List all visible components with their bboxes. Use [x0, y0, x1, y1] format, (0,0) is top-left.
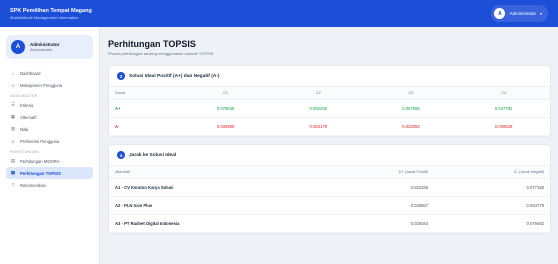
distance-table: Alternatif D+ (Jarak Positif) D- (Jarak …	[109, 166, 550, 233]
chart-icon: ▥	[10, 126, 16, 131]
sidebar: A Administrator Administrator ⌂ Dashboar…	[0, 27, 100, 264]
step-badge: 4	[117, 151, 125, 159]
section-label-data-master: DATA MASTER	[10, 94, 38, 98]
ideal-solution-card: 3 Solusi Ideal Positif (A+) dan Negatif …	[108, 65, 551, 137]
table-row: A- 0.035989 0.063179 0.023083 0.009526	[109, 117, 550, 136]
d-plus-value: 0.035867	[320, 196, 435, 215]
d-minus-value: 0.077166	[434, 178, 550, 197]
user-menu-button[interactable]: A Administrator ▾	[491, 5, 548, 22]
sidebar-item-nilai[interactable]: ▥ Nilai	[6, 123, 93, 135]
sidebar-item-rekomendasi[interactable]: ✩ Rekomendasi	[6, 179, 93, 191]
calculator-icon: ▤	[10, 170, 16, 175]
user-avatar: A	[494, 8, 506, 19]
building-icon: ▦	[10, 114, 16, 119]
sidebar-item-alternatif[interactable]: ▦ Alternatif	[6, 111, 93, 123]
table-cell: 0.009526	[457, 117, 550, 136]
table-cell: 0.035989	[179, 117, 272, 136]
table-cell: 0.023083	[364, 117, 458, 136]
column-header: D- (Jarak Negatif)	[434, 166, 550, 179]
sidebar-item-preferensi-pengguna[interactable]: ≡ Preferensi Pengguna	[6, 135, 93, 147]
column-header: C2	[271, 87, 365, 100]
distance-card: 4 Jarak ke Solusi Ideal Alternatif D+ (J…	[108, 144, 551, 234]
sidebar-item-label: Perhitungan TOPSIS	[20, 170, 61, 176]
alternative-name: A3 - PT Radnet Digital Indonesia	[109, 214, 321, 233]
table-cell: 0.057658	[364, 99, 458, 118]
sidebar-item-label: Preferensi Pengguna	[20, 138, 60, 144]
avatar: A	[11, 40, 25, 54]
sidebar-item-perhitungan-moora[interactable]: ▤ Perhitungan MOORA	[6, 155, 93, 167]
table-cell: 0.063179	[271, 117, 365, 136]
sidebar-item-kriteria[interactable]: ☰ Kriteria	[6, 99, 93, 111]
table-row: A2 - PLN Icon Plus 0.035867 0.064778	[109, 196, 550, 215]
table-cell: 0.078645	[179, 99, 272, 118]
card-title: Jarak ke Solusi Ideal	[129, 152, 177, 158]
list-icon: ☰	[10, 102, 16, 107]
column-header: C1	[179, 87, 272, 100]
brand[interactable]: SPK Pemilihan Tempat Magang Multiattribu…	[10, 8, 92, 20]
profile-card: A Administrator Administrator	[6, 35, 93, 59]
column-header: C4	[457, 87, 550, 100]
table-row: A+ 0.078645 0.052426 0.057658 0.047782	[109, 99, 550, 118]
table-row: A3 - PT Radnet Digital Indonesia 0.02504…	[109, 214, 550, 233]
users-icon: ☺	[10, 82, 16, 88]
d-minus-value: 0.064778	[434, 196, 550, 215]
column-header: Solusi	[109, 87, 180, 100]
calculator-icon: ▤	[10, 158, 16, 163]
main-content: Perhitungan TOPSIS Proses perhitungan ra…	[100, 27, 558, 264]
profile-name: Administrator	[30, 42, 60, 47]
profile-role: Administrator	[30, 48, 53, 52]
page-title: Perhitungan TOPSIS	[108, 39, 196, 49]
sidebar-item-dashboard[interactable]: ⌂ Dashboard	[6, 67, 93, 79]
sidebar-item-label: Rekomendasi	[20, 182, 46, 188]
page-subtitle: Proses perhitungan ranking menggunakan m…	[108, 51, 214, 56]
alternative-name: A1 - CV Keraton Karya Solusi	[109, 178, 321, 197]
chevron-down-icon: ▾	[539, 11, 542, 16]
table-cell: 0.052426	[271, 99, 365, 118]
column-header: C3	[364, 87, 458, 100]
row-label: A-	[109, 117, 180, 136]
table-row: A1 - CV Keraton Karya Solusi 0.032335 0.…	[109, 178, 550, 197]
top-navbar: SPK Pemilihan Tempat Magang Multiattribu…	[0, 0, 558, 27]
app-title: SPK Pemilihan Tempat Magang	[10, 7, 92, 14]
column-header: D+ (Jarak Positif)	[320, 166, 435, 179]
sidebar-item-label: Perhitungan MOORA	[20, 158, 60, 164]
app-subtitle: Multiattribute Management Information	[10, 14, 79, 20]
d-plus-value: 0.025044	[320, 214, 435, 233]
sidebar-item-perhitungan-topsis[interactable]: ▤ Perhitungan TOPSIS	[6, 167, 93, 179]
step-badge: 3	[117, 72, 125, 80]
d-minus-value: 0.079482	[434, 214, 550, 233]
sidebar-item-label: Alternatif	[20, 114, 37, 120]
sidebar-item-label: Nilai	[20, 126, 29, 132]
alternative-name: A2 - PLN Icon Plus	[109, 196, 321, 215]
row-label: A+	[109, 99, 180, 118]
card-title: Solusi Ideal Positif (A+) dan Negatif (A…	[129, 73, 220, 79]
column-header: Alternatif	[109, 166, 321, 179]
section-label-perhitungan: PERHITUNGAN	[10, 150, 39, 154]
ideal-solution-table: Solusi C1 C2 C3 C4 A+ 0.078645 0.052426 …	[109, 87, 550, 136]
sidebar-item-label: Manajemen Pengguna	[20, 82, 63, 88]
user-name: Administrator	[509, 11, 536, 16]
star-icon: ✩	[11, 182, 15, 187]
sidebar-item-label: Kriteria	[20, 102, 34, 108]
sidebar-item-manajemen-pengguna[interactable]: ☺ Manajemen Pengguna	[6, 79, 93, 91]
sliders-icon: ≡	[11, 138, 15, 144]
table-cell: 0.047782	[457, 99, 550, 118]
home-icon: ⌂	[11, 70, 15, 76]
sidebar-item-label: Dashboard	[20, 70, 41, 76]
d-plus-value: 0.032335	[320, 178, 435, 197]
